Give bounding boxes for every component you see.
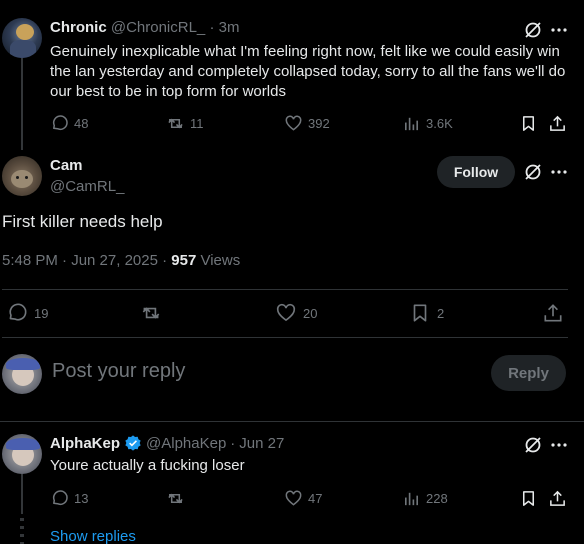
reply-count: 48 — [74, 116, 89, 131]
views-button[interactable]: 3.6K — [402, 114, 453, 133]
show-replies-link[interactable]: Show replies — [50, 528, 136, 544]
like-count: 47 — [308, 491, 323, 506]
avatar-cam[interactable] — [2, 156, 42, 196]
tweet-text: Youre actually a fucking loser — [50, 457, 245, 474]
like-button[interactable]: 47 — [284, 489, 322, 508]
more-options-icon[interactable] — [549, 20, 569, 40]
divider — [0, 421, 584, 422]
like-count: 20 — [303, 305, 318, 321]
views-icon — [402, 114, 421, 133]
reply-button[interactable]: 48 — [50, 114, 88, 133]
more-options-icon[interactable] — [549, 435, 569, 455]
repost-button[interactable] — [140, 302, 162, 324]
views-icon — [402, 489, 421, 508]
views-button[interactable]: 228 — [402, 489, 448, 508]
author-handle[interactable]: @ChronicRL_ — [111, 19, 205, 36]
avatar-current-user[interactable] — [2, 354, 42, 394]
tweet-header: Chronic @ChronicRL_ · 3m — [50, 19, 239, 36]
share-icon[interactable] — [542, 302, 564, 324]
bookmark-icon[interactable] — [519, 489, 538, 508]
like-button[interactable]: 392 — [284, 114, 330, 133]
divider — [2, 337, 568, 338]
views-label: Views — [196, 252, 241, 269]
repost-count: 11 — [190, 116, 204, 131]
heart-icon — [284, 114, 303, 133]
reply-count: 13 — [74, 491, 89, 506]
bookmark-icon[interactable] — [519, 114, 538, 133]
views-count: 3.6K — [426, 116, 453, 131]
repost-icon — [166, 489, 185, 508]
author-name[interactable]: AlphaKep — [50, 435, 120, 452]
divider — [2, 289, 568, 290]
reply-button[interactable]: 13 — [50, 489, 88, 508]
heart-icon — [284, 489, 303, 508]
bookmark-icon — [409, 302, 431, 324]
share-icon[interactable] — [548, 489, 567, 508]
share-icon[interactable] — [548, 114, 567, 133]
post-metadata: 5:48 PM · Jun 27, 2025 · 957 Views — [2, 252, 240, 269]
repost-button[interactable]: 11 — [166, 114, 204, 133]
follow-button[interactable]: Follow — [437, 156, 515, 188]
repost-button[interactable] — [166, 489, 185, 508]
repost-icon — [140, 302, 162, 324]
reply-icon — [50, 114, 69, 133]
author-handle[interactable]: @CamRL_ — [50, 178, 124, 195]
reply-button[interactable]: 19 — [6, 302, 48, 324]
thread-line — [21, 58, 23, 150]
more-options-icon[interactable] — [549, 162, 569, 182]
repost-icon — [166, 114, 185, 133]
grok-icon[interactable] — [523, 435, 543, 455]
thread-continuation-dots — [20, 518, 24, 544]
author-name[interactable]: Chronic — [50, 19, 107, 36]
bookmark-button[interactable]: 2 — [409, 302, 444, 324]
tweet-header: AlphaKep @AlphaKep · Jun 27 — [50, 434, 284, 452]
reply-submit-label: Reply — [508, 364, 549, 382]
like-count: 392 — [308, 116, 330, 131]
views-count: 957 — [171, 252, 197, 269]
heart-icon — [275, 302, 297, 324]
views-count: 228 — [426, 491, 448, 506]
grok-icon[interactable] — [523, 162, 543, 182]
avatar-chronic[interactable] — [2, 18, 42, 58]
like-button[interactable]: 20 — [275, 302, 317, 324]
follow-label: Follow — [453, 164, 499, 180]
author-name[interactable]: Cam — [50, 157, 83, 174]
main-tweet-text: First killer needs help — [2, 212, 163, 231]
reply-submit-button[interactable]: Reply — [491, 355, 566, 391]
reply-icon — [6, 302, 28, 324]
grok-icon[interactable] — [523, 20, 543, 40]
post-time[interactable]: 3m — [219, 19, 240, 36]
post-timestamp[interactable]: 5:48 PM · Jun 27, 2025 · — [2, 252, 171, 269]
separator-dot: · — [230, 434, 236, 452]
post-time[interactable]: Jun 27 — [239, 435, 284, 452]
author-handle[interactable]: @AlphaKep — [146, 435, 226, 452]
verified-badge-icon — [124, 434, 142, 452]
separator-dot: · — [209, 19, 215, 36]
reply-icon — [50, 489, 69, 508]
reply-count: 19 — [34, 305, 49, 321]
tweet-text: Genuinely inexplicable what I'm feeling … — [50, 43, 566, 100]
reply-input[interactable]: Post your reply — [52, 360, 472, 388]
avatar-alphakep[interactable] — [2, 434, 42, 474]
reply-placeholder: Post your reply — [52, 360, 186, 382]
thread-line — [21, 474, 23, 514]
bookmark-count: 2 — [437, 305, 445, 321]
